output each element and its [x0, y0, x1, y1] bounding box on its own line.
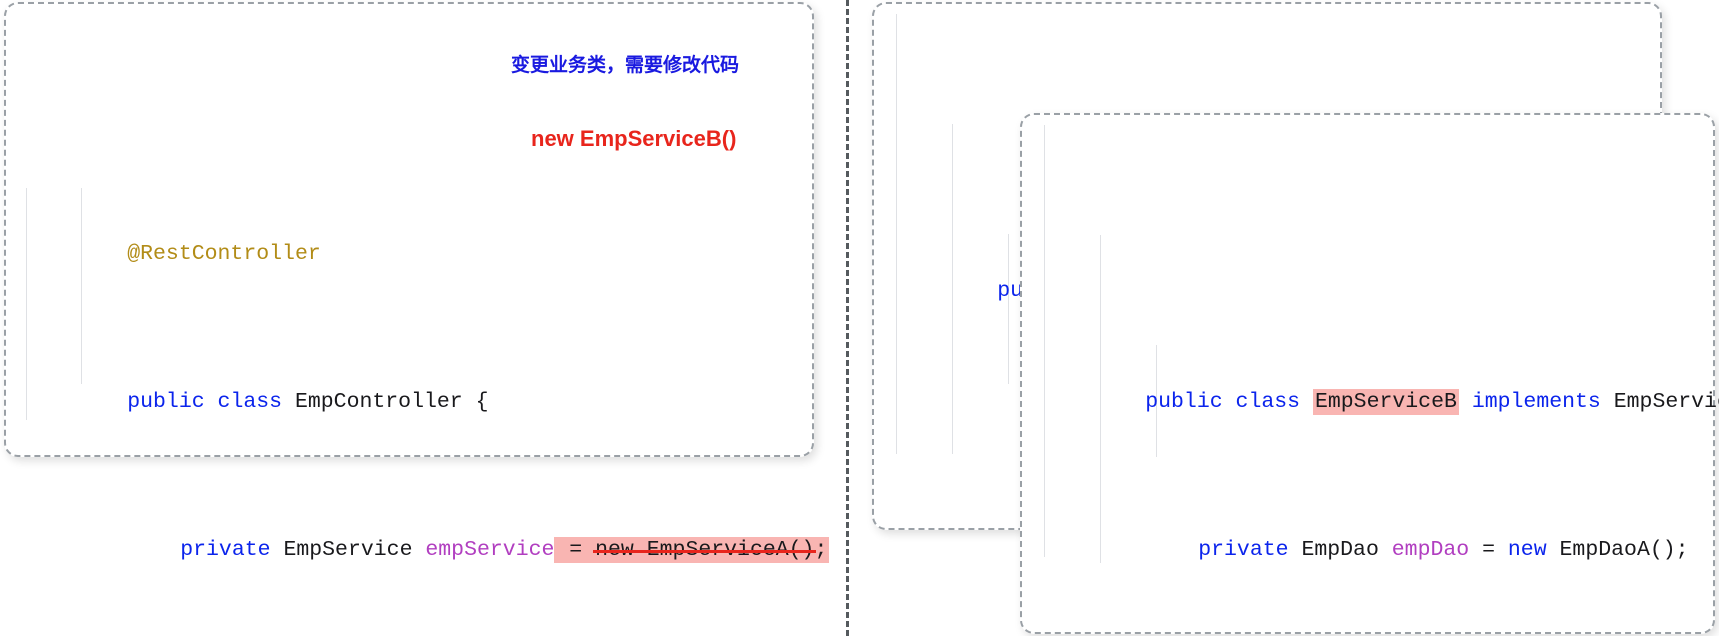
keyword-private: private [180, 538, 271, 562]
keyword-implements: implements [1471, 390, 1601, 414]
code-card-emp-service-b: public class EmpServiceB implements EmpS… [1020, 113, 1719, 636]
keyword-class: class [217, 390, 283, 414]
class-decl-emp-controller: EmpController { [282, 390, 489, 414]
diagram-canvas: @RestController public class EmpControll… [0, 0, 1719, 636]
ctor-emp-dao-a: EmpDaoA(); [1546, 538, 1689, 562]
annotation-note-change-service: 变更业务类，需要修改代码 [511, 55, 740, 76]
indent-guide [1044, 125, 1045, 557]
annotation-replacement-new-emp-service-b: new EmpServiceB() [531, 126, 737, 151]
identifier-emp-service: empService [425, 538, 555, 562]
code-block-emp-controller: @RestController public class EmpControll… [6, 4, 830, 636]
code-line: @RestController [24, 199, 812, 266]
keyword-new: new [1507, 538, 1547, 562]
keyword-public: public [127, 390, 205, 414]
interface-emp-service: EmpService{ [1613, 390, 1719, 414]
type-emp-dao: EmpDao [1288, 538, 1392, 562]
highlight-class-name-emp-service-b: EmpServiceB [1312, 389, 1459, 415]
keyword-class: class [1235, 390, 1301, 414]
keyword-private: private [1198, 538, 1289, 562]
equals-sign: = [556, 538, 596, 562]
code-line: public class EmpServiceB implements EmpS… [1042, 347, 1719, 415]
code-card-emp-controller: @RestController public class EmpControll… [4, 2, 830, 563]
highlight-strike-region: = new EmpServiceA(); [554, 537, 830, 563]
annotation-rest-controller: @RestController [127, 242, 321, 266]
keyword-public: public [1145, 390, 1223, 414]
type-emp-service: EmpService [270, 538, 426, 562]
code-block-emp-service-b: public class EmpServiceB implements EmpS… [1022, 115, 1719, 636]
vertical-divider [846, 0, 849, 636]
code-line-field-decl: private EmpDao empDao = new EmpDaoA(); [1042, 495, 1713, 562]
code-line: public class EmpController { [24, 347, 812, 414]
equals-sign: = [1469, 538, 1508, 562]
struck-new-emp-service-a: new EmpServiceA() [595, 538, 815, 562]
code-line-field-decl: private EmpService empService = new EmpS… [24, 495, 830, 563]
identifier-emp-dao: empDao [1391, 538, 1470, 562]
